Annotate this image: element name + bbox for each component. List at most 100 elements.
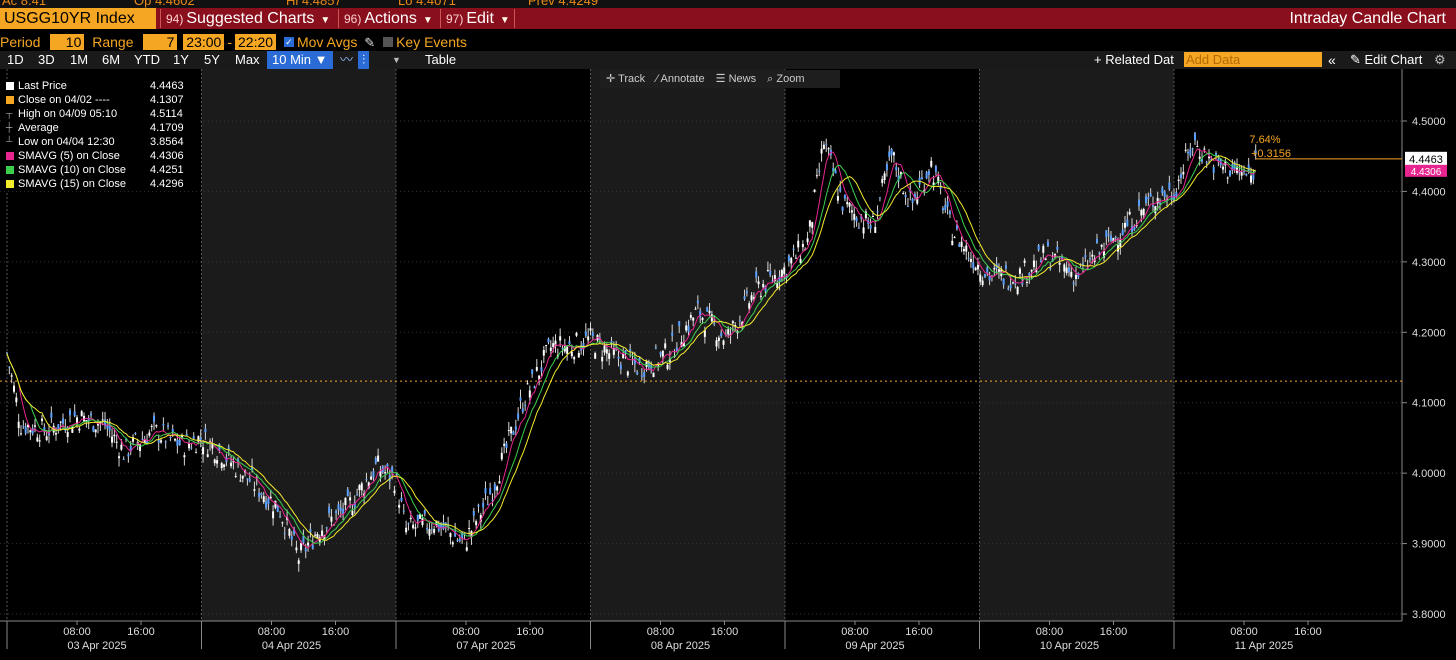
timeframe-1m[interactable]: 1M [70,51,88,69]
zoom-button[interactable]: Zoom [776,73,804,85]
time-to-input[interactable]: 22:20 [235,34,277,50]
candle-body [890,148,893,156]
pencil-icon[interactable]: ✎ [364,34,375,52]
candle-body [1205,161,1208,164]
candle-body [421,518,424,525]
legend-value: 4.5114 [150,108,183,120]
news-button[interactable]: News [729,73,757,85]
news-icon[interactable]: ☰ [716,73,726,85]
candle-body [1030,269,1033,272]
candle-body [790,257,793,264]
candle-body [1168,182,1171,190]
quote-open: Op 4.4602 [134,0,195,8]
candle-body [503,443,506,446]
candle-body [66,432,69,437]
line-chart-icon[interactable]: 〰 [340,51,353,69]
legend-item[interactable]: Last Price 4.4463 [4,79,200,93]
candle-body [587,336,590,341]
annotate-button[interactable]: Annotate [661,73,705,85]
edit-chart-button[interactable]: ✎ Edit Chart [1350,51,1422,69]
legend-item[interactable]: SMAVG (5) on Close 4.4306 [4,149,200,163]
legend-item[interactable]: Close on 04/02 ---- 4.1307 [4,93,200,107]
crosshair-icon[interactable]: ✛ [606,73,615,85]
timeframe-3d[interactable]: 3D [38,51,55,69]
candle-body [841,206,844,211]
candle-body [1105,230,1108,238]
candle-body [234,475,237,477]
zoom-icon[interactable]: ⌕ [767,73,773,85]
candle-body [1107,234,1110,236]
chevron-down-icon[interactable]: ▼ [392,51,401,69]
candle-body [482,502,485,508]
annotate-icon[interactable]: ∕ [656,73,658,85]
candle-body [458,538,461,542]
candle-body [440,524,443,528]
candle-body [925,172,928,179]
candle-body [906,205,909,207]
high-marker-icon: ┬ [6,108,14,118]
candle-body [330,516,333,522]
legend-item[interactable]: SMAVG (15) on Close 4.4296 [4,177,200,191]
menu-separator [160,9,161,28]
low-marker-icon: ┴ [6,136,14,146]
change-abs-label: +0.3156 [1251,148,1291,160]
timeframe-ytd[interactable]: YTD [134,51,160,69]
timeframe-1d[interactable]: 1D [7,51,24,69]
candle-body [713,323,716,325]
mov-avgs-checkbox[interactable]: ✓ [283,37,294,48]
candle-body [337,504,340,510]
candle-chart-icon[interactable]: ⫶ [358,51,370,69]
candle-body [248,478,251,482]
collapse-icon[interactable]: « [1328,51,1336,69]
candle-body [1243,171,1246,173]
candle-body [706,307,709,312]
suggested-charts-menu[interactable]: 94) Suggested Charts ▼ [166,8,330,29]
timeframe-1y[interactable]: 1Y [173,51,189,69]
legend-item[interactable]: ┼ Average 4.1709 [4,121,200,135]
candle-body [1187,151,1190,154]
candle-body [409,517,412,520]
key-events-checkbox[interactable] [383,37,394,48]
table-button[interactable]: Table [425,51,456,69]
legend-item[interactable]: ┴ Low on 04/04 12:30 3.8564 [4,135,200,149]
legend-item[interactable]: ┬ High on 04/09 05:10 4.5114 [4,107,200,121]
period-input[interactable]: 10 [50,34,85,50]
legend-label: SMAVG (15) on Close [18,178,127,190]
candle-body [1109,235,1112,241]
edit-menu[interactable]: 97) Edit ▼ [446,8,510,29]
x-tick-label: 16:00 [516,626,544,638]
range-input[interactable]: 7 [143,34,178,50]
candle-body [153,415,156,422]
candle-body [216,460,219,464]
add-data-input[interactable]: Add Data [1184,52,1322,67]
legend-label: Average [18,122,59,134]
candle-body [1226,177,1229,179]
candle-body [1002,278,1005,285]
candle-body [59,421,62,423]
timeframe-max[interactable]: Max [235,51,260,69]
candle-body [384,472,387,474]
candle-body [321,530,324,537]
candle-body [666,364,669,369]
candle-body [813,189,816,193]
range-dash: - [227,34,233,50]
ticker-field[interactable]: USGG10YR Index [0,8,156,29]
candle-body [769,270,772,275]
time-from-input[interactable]: 23:00 [183,34,225,50]
legend-item[interactable]: SMAVG (10) on Close 4.4251 [4,163,200,177]
candle-body [979,274,982,282]
candle-body [584,331,587,336]
track-button[interactable]: Track [618,73,645,85]
legend-value: 4.1307 [150,94,184,106]
actions-menu[interactable]: 96) Actions ▼ [344,8,433,29]
candle-body [325,527,328,529]
legend-label: SMAVG (10) on Close [18,164,127,176]
interval-select[interactable]: 10 Min ▼ [267,51,333,69]
related-data-button[interactable]: + Related Dat [1094,51,1174,69]
candle-body [279,516,282,518]
candle-body [834,170,837,174]
timeframe-5y[interactable]: 5Y [204,51,220,69]
timeframe-6m[interactable]: 6M [102,51,120,69]
gear-icon[interactable]: ⚙ [1434,51,1446,69]
intraday-candle-chart[interactable]: 4.5000 4.4000 4.3000 4.2000 4.1000 4.0000 3.90… [0,69,1456,660]
